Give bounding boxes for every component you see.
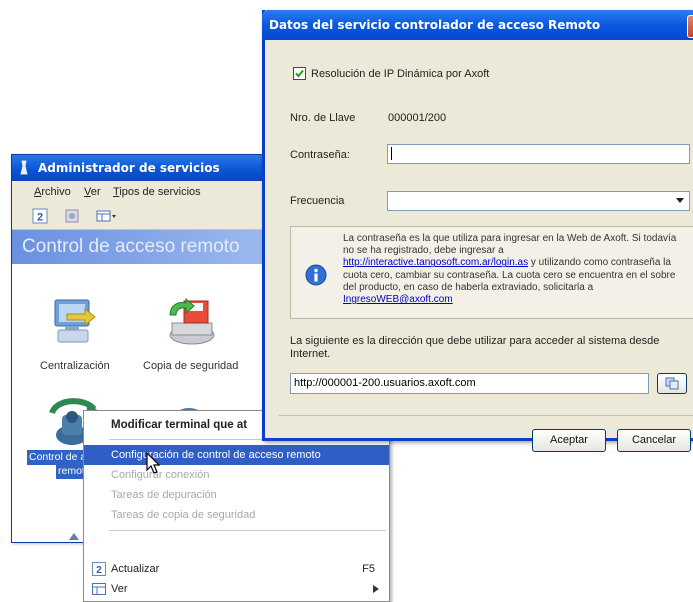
scroll-up-arrow-icon[interactable] [67, 531, 81, 541]
refresh-icon: 2 [92, 562, 106, 576]
shortcut-label: F5 [362, 563, 375, 575]
close-button[interactable] [687, 15, 693, 38]
submenu-arrow-icon [373, 585, 379, 593]
divider [279, 415, 693, 416]
menu-item-actualizar[interactable]: 2 Actualizar F5 [84, 559, 389, 579]
menu-item-tareas-depuracion[interactable]: Tareas de depuración [84, 485, 389, 505]
menu-ver[interactable]: Ver [84, 186, 101, 198]
view-options-icon[interactable] [96, 208, 118, 224]
register-link[interactable]: http://interactive.tangosoft.com.ar/logi… [343, 257, 528, 268]
dialog-title-bar[interactable]: Datos del servicio controlador de acceso… [262, 10, 693, 40]
info-box: La contraseña es la que utiliza para ing… [290, 226, 693, 319]
menu-item-label: Tareas de depuración [111, 489, 217, 501]
section-banner-title: Control de acceso remoto [22, 236, 240, 257]
menu-item-configuracion-acceso-remoto[interactable]: Configuración de control de acceso remot… [84, 445, 389, 465]
menu-tipos-de-servicios[interactable]: Tipos de servicios [113, 186, 201, 198]
svg-text:2: 2 [96, 565, 102, 576]
mouse-cursor-icon [146, 452, 161, 474]
info-icon [305, 264, 327, 286]
menu-item-label: Configuración de control de acceso remot… [111, 449, 321, 461]
close-icon [688, 16, 693, 37]
app-icon [20, 160, 28, 175]
password-label: Contraseña: [290, 149, 350, 161]
menu-item-ver[interactable]: Ver [84, 579, 389, 599]
admin-title-bar[interactable]: Administrador de servicios [12, 155, 270, 181]
menu-separator [109, 530, 386, 531]
refresh-icon[interactable]: 2 [32, 208, 48, 224]
menu-item-configurar-conexion[interactable]: Configurar conexión [84, 465, 389, 485]
admin-title: Administrador de servicios [38, 161, 220, 175]
section-banner: Control de acceso remoto [12, 230, 270, 264]
text-caret [391, 147, 392, 160]
cancel-button[interactable]: Cancelar [617, 429, 691, 452]
centralization-icon[interactable] [49, 296, 103, 348]
chevron-down-icon [676, 198, 684, 203]
menu-item-label: Ver [111, 583, 128, 595]
remote-access-dialog: Datos del servicio controlador de acceso… [262, 10, 693, 452]
url-field[interactable]: http://000001-200.usuarios.axoft.com [290, 373, 649, 394]
svg-text:2: 2 [37, 212, 43, 224]
password-field[interactable] [387, 144, 690, 164]
key-value: 000001/200 [388, 112, 447, 124]
service-label-centralizacion[interactable]: Centralización [40, 360, 110, 372]
properties-icon[interactable] [64, 208, 80, 224]
key-label: Nro. de Llave [290, 112, 356, 124]
dynamic-ip-checkbox[interactable] [293, 67, 306, 80]
support-email-link[interactable]: IngresoWEB@axoft.com [343, 294, 453, 305]
menu-item-tareas-copia-seguridad[interactable]: Tareas de copia de seguridad [84, 505, 389, 525]
dialog-title: Datos del servicio controlador de acceso… [269, 18, 601, 32]
service-label-control-acceso[interactable]: Control de a [27, 450, 89, 465]
backup-icon[interactable] [164, 293, 220, 349]
url-value: http://000001-200.usuarios.axoft.com [294, 377, 476, 389]
service-label-copia-de-seguridad[interactable]: Copia de seguridad [143, 360, 238, 372]
copy-icon [665, 377, 679, 390]
dynamic-ip-label[interactable]: Resolución de IP Dinámica por Axoft [311, 68, 489, 80]
info-text: La contraseña es la que utiliza para ing… [343, 233, 677, 306]
menu-item-label: Modificar terminal que at [111, 419, 248, 431]
copy-url-button[interactable] [657, 373, 687, 394]
menu-item-label: Actualizar [111, 563, 160, 575]
admin-menu-bar: Archivo Ver Tipos de servicios [12, 181, 270, 204]
frequency-select[interactable] [387, 191, 690, 211]
menu-archivo[interactable]: Archivo [34, 186, 71, 198]
menu-item-label: Tareas de copia de seguridad [111, 509, 256, 521]
admin-toolbar: 2 [12, 203, 270, 230]
frequency-label: Frecuencia [290, 195, 345, 207]
url-note: La siguiente es la dirección que debe ut… [290, 335, 660, 360]
accept-button[interactable]: Aceptar [532, 429, 606, 452]
